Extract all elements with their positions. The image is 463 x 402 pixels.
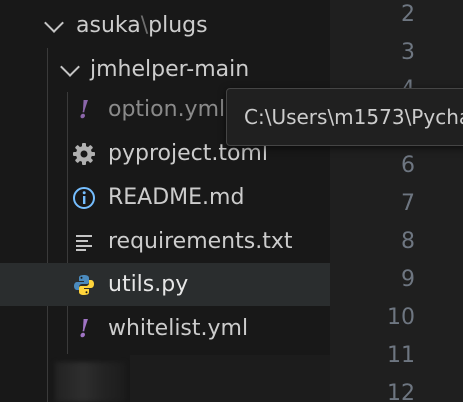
- tooltip-text: C:\Users\m1573\PycharmProjects: [244, 105, 463, 129]
- line-number: 12: [387, 381, 415, 402]
- file-row-requirements-txt[interactable]: requirements.txt: [0, 220, 330, 263]
- file-explorer: asuka\plugs jmhelper-main ! option.yml p…: [0, 0, 330, 402]
- file-label: option.yml: [108, 97, 226, 122]
- yaml-icon: !: [78, 95, 90, 124]
- line-number: 2: [401, 2, 415, 27]
- folder-parent-name: asuka: [76, 13, 141, 38]
- folder-row-asuka-plugs[interactable]: asuka\plugs: [0, 4, 330, 47]
- line-number: 7: [401, 191, 415, 216]
- line-number: 6: [401, 153, 415, 178]
- text-lines-icon: [74, 232, 94, 252]
- file-label: requirements.txt: [108, 229, 293, 254]
- file-label: utils.py: [108, 272, 189, 297]
- file-label: whitelist.yml: [108, 316, 249, 341]
- file-row-utils-py[interactable]: utils.py: [0, 263, 330, 306]
- file-row-readme-md[interactable]: README.md: [0, 176, 330, 219]
- python-icon: [72, 273, 96, 297]
- obscured-row: [55, 362, 125, 402]
- line-number: 8: [401, 229, 415, 254]
- file-label: README.md: [108, 185, 245, 210]
- line-number: 11: [387, 343, 415, 368]
- editor-gutter: 2 3 4 5 6 7 8 9 10 11 12: [330, 0, 463, 402]
- subfolder-label: jmhelper-main: [90, 57, 250, 82]
- folder-row-jmhelper-main[interactable]: jmhelper-main: [0, 48, 330, 91]
- info-icon: [72, 186, 96, 210]
- chevron-down-icon: [60, 57, 80, 77]
- obscured-row: [130, 355, 330, 402]
- chevron-down-icon: [44, 13, 64, 33]
- line-number: 3: [401, 40, 415, 65]
- line-number: 10: [387, 305, 415, 330]
- yaml-icon: !: [78, 314, 90, 343]
- path-tooltip: C:\Users\m1573\PycharmProjects: [226, 88, 463, 146]
- folder-label: asuka\plugs: [76, 13, 208, 38]
- gear-icon: [72, 142, 96, 166]
- line-number: 9: [401, 267, 415, 292]
- folder-name: plugs: [148, 13, 208, 38]
- file-row-whitelist-yml[interactable]: ! whitelist.yml: [0, 307, 330, 350]
